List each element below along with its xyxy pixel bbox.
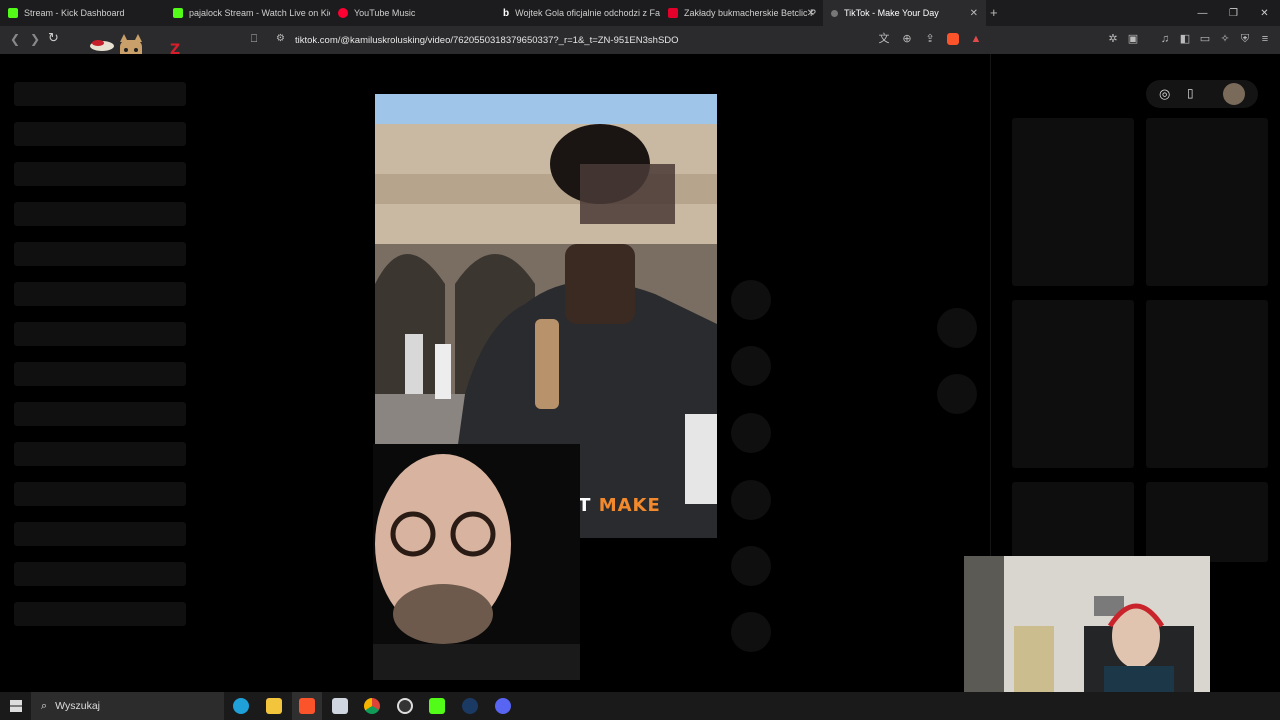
avatar[interactable] [1223,83,1245,105]
skeleton-nav-item [14,202,186,226]
discord-icon[interactable] [495,698,511,714]
brave-rewards-icon[interactable]: ▲ [970,33,982,45]
webcam-overlay-large [964,556,1210,692]
restore-icon[interactable]: ❐ [1218,0,1249,26]
skeleton-nav-item [14,122,186,146]
tab-title: Stream - Kick Dashboard [24,8,125,18]
url-text: tiktok.com/@kamiluskrolusking/video/7620… [295,34,679,46]
skeleton-nav-item [14,242,186,266]
tab-title: TikTok - Make Your Day [844,8,939,18]
bookmark-button[interactable] [731,480,771,520]
tab-tiktok[interactable]: TikTok - Make Your Day ✕ [823,0,986,26]
skeleton-video-card [1146,482,1268,562]
music-button[interactable] [731,612,771,652]
skeleton-nav-item [14,282,186,306]
next-video-button[interactable] [937,374,977,414]
edge-icon[interactable] [233,698,249,714]
close-window-icon[interactable]: ✕ [1249,0,1280,26]
skeleton-nav-item [14,562,186,586]
like-button[interactable] [731,346,771,386]
youtube-music-icon [338,8,348,18]
tab-title: pajalock Stream - Watch Live on Kick [189,8,330,18]
vpn-icon[interactable]: ⛨ [1239,33,1251,45]
new-tab-button[interactable]: + [990,5,998,20]
tab-title: YouTube Music [354,8,416,18]
notepad-icon[interactable] [332,698,348,714]
skeleton-video-card [1146,300,1268,468]
tab-title: Wojtek Gola oficjalnie odchodzi z Fa [515,8,660,18]
minimize-icon[interactable]: — [1187,0,1218,26]
skeleton-video-card [1146,118,1268,286]
extensions-icon[interactable]: ✲ [1107,33,1119,45]
tab-betclic[interactable]: Zakłady bukmacherskie Betclic P ✕ [660,0,823,26]
skeleton-nav-item [14,362,186,386]
skeleton-video-card [1012,482,1134,562]
tiktok-icon [831,9,838,17]
explore-icon[interactable]: ◎ [1159,86,1170,102]
skeleton-nav-item [14,482,186,506]
skeleton-nav-item [14,522,186,546]
betclic-icon [668,8,678,18]
skeleton-video-card [1012,300,1134,468]
profile-button[interactable] [731,280,771,320]
webcam-overlay-small [373,444,580,680]
browser-toolbar: ❮ ❯ ↻ Z ⎕ ⚙ tiktok.com/@kamiluskroluskin… [0,26,1280,68]
tab-kick-dashboard[interactable]: Stream - Kick Dashboard [0,0,165,26]
comment-button[interactable] [731,413,771,453]
window-controls: — ❐ ✕ [1187,0,1280,26]
leo-ai-icon[interactable]: ✧ [1219,33,1231,45]
b-icon: b [503,8,510,19]
brave-shields-icon[interactable] [947,33,959,45]
close-icon[interactable]: ✕ [807,8,815,19]
kick-icon [173,8,183,18]
steam-icon[interactable] [462,698,478,714]
file-explorer-icon[interactable] [266,698,282,714]
share-icon[interactable]: ⇪ [924,33,936,45]
search-icon: ⌕ [41,699,48,712]
webcam-feed [964,556,1210,692]
search-placeholder: Wyszukaj [55,700,101,712]
tab-youtube-music[interactable]: YouTube Music [330,0,495,26]
webcam-feed [373,444,580,680]
taskbar-search[interactable]: ⌕ Wyszukaj [31,692,224,720]
skeleton-video-card [1012,118,1134,286]
forward-icon[interactable]: ❯ [30,32,40,46]
prev-video-button[interactable] [937,308,977,348]
site-settings-icon[interactable]: ⚙ [276,33,285,44]
brave-icon[interactable] [299,698,315,714]
media-icon[interactable]: ♫ [1159,33,1171,45]
tab-wojtek-gola[interactable]: b Wojtek Gola oficjalnie odchodzi z Fa [495,0,660,26]
share-button[interactable] [731,546,771,586]
tab-strip: Stream - Kick Dashboard pajalock Stream … [0,0,1280,26]
close-icon[interactable]: ✕ [970,8,978,19]
obs-icon[interactable] [397,698,413,714]
windows-start-icon[interactable] [10,700,22,712]
wallet-icon[interactable]: ▭ [1199,33,1211,45]
kick-icon [8,8,18,18]
kick-icon[interactable] [429,698,445,714]
menu-icon[interactable]: ≡ [1259,33,1271,45]
tiktok-page: N DON'T MAKE ◎ ▯ [0,54,1280,692]
sidebar-icon[interactable]: ◧ [1179,33,1191,45]
back-icon[interactable]: ❮ [10,32,20,46]
reload-icon[interactable]: ↻ [48,30,59,46]
caption-highlight: MAKE [598,495,661,516]
skeleton-nav-item [14,602,186,626]
chrome-icon[interactable] [364,698,380,714]
skeleton-nav-item [14,402,186,426]
skeleton-nav-item [14,162,186,186]
bookmark-icon[interactable]: ⎕ [248,33,260,45]
zoom-icon[interactable]: ⊕ [901,33,913,45]
windows-taskbar: ⌕ Wyszukaj [0,692,1280,720]
translate-icon[interactable]: 文 [878,33,890,45]
skeleton-nav-item [14,442,186,466]
skeleton-nav-item [14,322,186,346]
tab-pajalock-stream[interactable]: pajalock Stream - Watch Live on Kick [165,0,330,26]
get-app-icon[interactable]: ▯ [1187,86,1194,100]
screenshot-icon[interactable]: ▣ [1127,33,1139,45]
tab-title: Zakłady bukmacherskie Betclic P [684,8,817,18]
skeleton-nav-item [14,82,186,106]
top-right-controls: ◎ ▯ [1146,80,1258,108]
